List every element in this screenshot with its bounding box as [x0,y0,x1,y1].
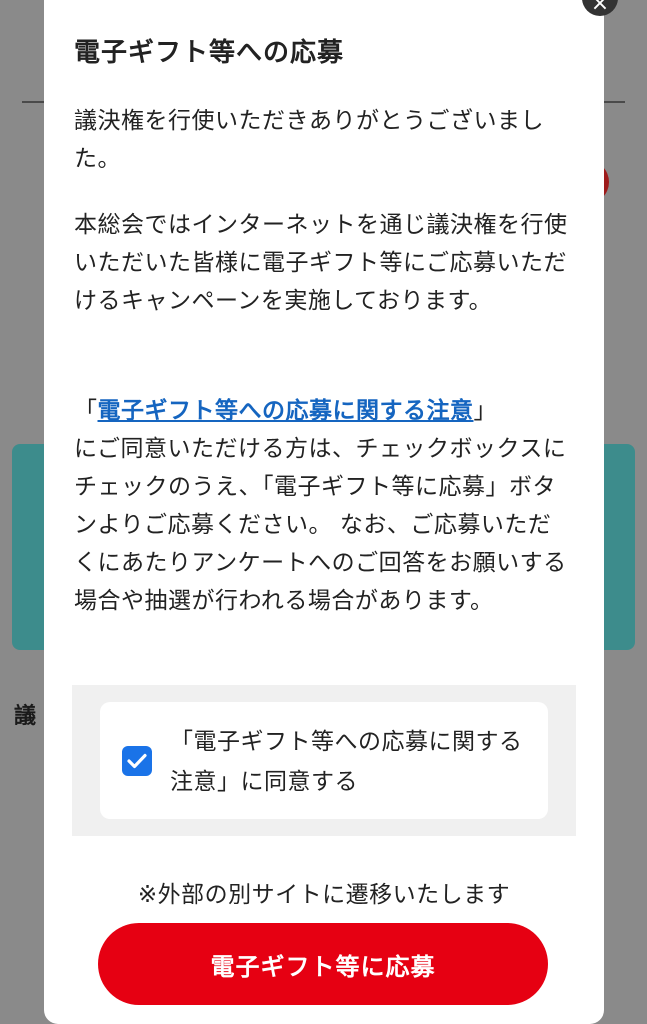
checkmark-icon [127,753,147,769]
consent-checkbox[interactable] [122,746,152,776]
instruction-text: にご同意いただける方は、チェックボックスにチェックのうえ、「電子ギフト等に応募」… [74,436,567,614]
apply-gift-button[interactable]: 電子ギフト等に応募 [98,923,548,1005]
consent-card[interactable]: 「電子ギフト等への応募に関する注意」に同意する [100,702,548,819]
gift-application-modal: 電子ギフト等への応募 議決権を行使いただきありがとうございました。 本総会ではイ… [44,0,604,1024]
external-site-note: ※外部の別サイトに遷移いたします [137,882,511,908]
background-label: 議 [14,704,37,729]
open-bracket: 「 [74,398,98,424]
consent-panel: 「電子ギフト等への応募に関する注意」に同意する [72,685,576,836]
close-icon: × [590,0,610,16]
notice-link[interactable]: 電子ギフト等への応募に関する注意 [98,398,474,424]
close-bracket: 」 [473,398,497,424]
campaign-paragraph: 本総会ではインターネットを通じ議決権を行使いただいた皆様に電子ギフト等にご応募い… [74,212,568,314]
consent-label[interactable]: 「電子ギフト等への応募に関する注意」に同意する [170,722,530,802]
modal-title: 電子ギフト等への応募 [74,38,345,68]
instruction-paragraph: 「電子ギフト等への応募に関する注意」にご同意いただける方は、チェックボックスにチ… [74,392,574,620]
thanks-paragraph: 議決権を行使いただきありがとうございました。 [74,108,544,172]
